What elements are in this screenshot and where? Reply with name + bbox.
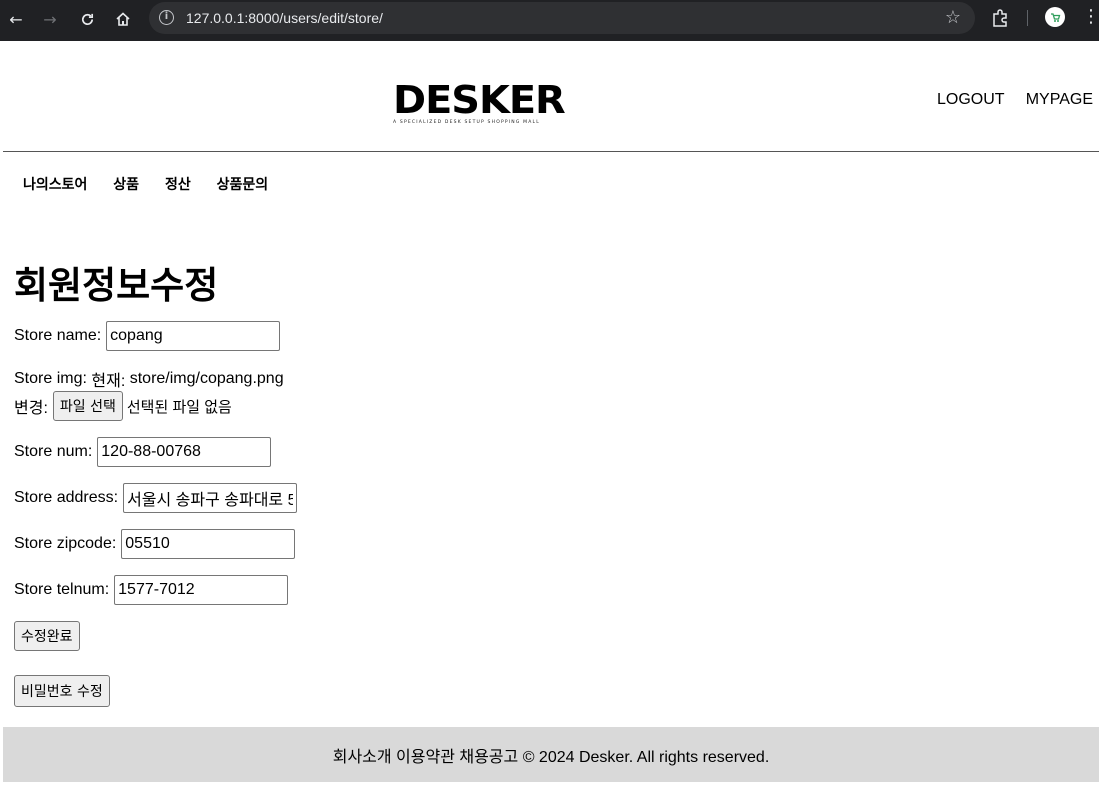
url-text[interactable]: 127.0.0.1:8000/users/edit/store/: [186, 10, 383, 26]
submit-row: 수정완료: [14, 621, 80, 651]
mypage-link[interactable]: MYPAGE: [1026, 91, 1093, 108]
store-name-input[interactable]: [106, 321, 281, 351]
toolbar-divider: [1027, 10, 1028, 26]
subnav-item-products[interactable]: 상품: [113, 176, 139, 192]
store-img-current-label: 현재:: [91, 373, 126, 390]
subnav-item-product-inquiry[interactable]: 상품문의: [217, 176, 269, 192]
info-icon[interactable]: i: [159, 10, 174, 25]
submit-button[interactable]: 수정완료: [14, 621, 80, 651]
store-zipcode-label: Store zipcode:: [14, 535, 117, 552]
subnav-item-my-store[interactable]: 나의스토어: [23, 176, 87, 192]
store-name-row: Store name:: [14, 321, 281, 351]
forward-icon[interactable]: →: [37, 6, 63, 32]
store-name-label: Store name:: [14, 327, 102, 344]
page-footer: 회사소개 이용약관 채용공고 © 2024 Desker. All rights…: [3, 727, 1099, 782]
browser-toolbar: ← → i 127.0.0.1:8000/users/edit/store/ ☆…: [0, 0, 1099, 41]
home-icon[interactable]: [110, 6, 136, 32]
store-subnav: 나의스토어 상품 정산 상품문의: [23, 174, 290, 194]
top-links: LOGOUT MYPAGE: [920, 91, 1093, 109]
address-bar[interactable]: i 127.0.0.1:8000/users/edit/store/ ☆: [149, 2, 975, 34]
choose-file-button[interactable]: 파일 선택: [52, 391, 123, 421]
store-address-input[interactable]: [123, 483, 298, 513]
footer-text: 회사소개 이용약관 채용공고 © 2024 Desker. All rights…: [332, 749, 770, 766]
store-num-label: Store num:: [14, 443, 93, 460]
desker-logo[interactable]: DESKER A SPECIALIZED DESK SETUP SHOPPING…: [393, 81, 566, 128]
subnav-item-settlement[interactable]: 정산: [165, 176, 191, 192]
store-address-label: Store address:: [14, 489, 119, 506]
store-img-row: Store img: 현재: store/img/copang.png: [14, 369, 284, 390]
logo-wordmark: DESKER: [393, 78, 566, 122]
store-zipcode-input[interactable]: [121, 529, 296, 559]
store-img-change-row: 변경: 파일 선택 선택된 파일 없음: [14, 391, 232, 421]
store-telnum-row: Store telnum:: [14, 575, 289, 605]
bookmark-star-icon[interactable]: ☆: [945, 7, 961, 28]
change-password-button[interactable]: 비밀번호 수정: [14, 675, 110, 707]
store-num-input[interactable]: [97, 437, 272, 467]
store-num-row: Store num:: [14, 437, 272, 467]
logout-link[interactable]: LOGOUT: [937, 91, 1004, 108]
store-img-change-label: 변경:: [14, 400, 48, 417]
profile-avatar[interactable]: [1045, 7, 1065, 27]
store-zipcode-row: Store zipcode:: [14, 529, 296, 559]
page-title: 회원정보수정: [14, 264, 219, 307]
password-row: 비밀번호 수정: [14, 675, 110, 707]
back-icon[interactable]: ←: [3, 6, 29, 32]
store-address-row: Store address:: [14, 483, 298, 513]
store-img-label: Store img:: [14, 370, 87, 387]
reload-icon[interactable]: [74, 6, 100, 32]
menu-icon[interactable]: ⋮: [1082, 6, 1099, 27]
file-status-text: 선택된 파일 없음: [126, 398, 232, 416]
store-telnum-label: Store telnum:: [14, 581, 110, 598]
store-telnum-input[interactable]: [114, 575, 289, 605]
extensions-icon[interactable]: [989, 7, 1011, 29]
store-img-current-link[interactable]: store/img/copang.png: [130, 370, 284, 388]
header-divider: [3, 151, 1099, 152]
